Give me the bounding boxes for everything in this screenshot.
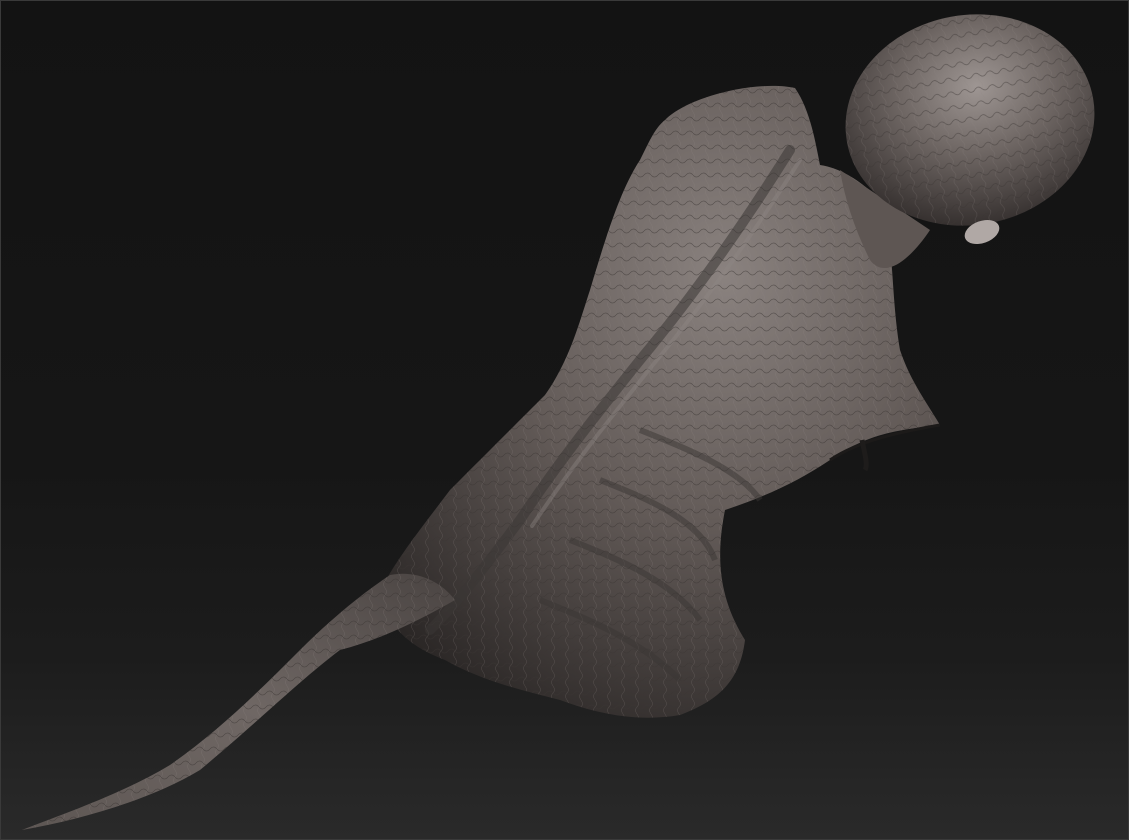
sculpt-viewport[interactable] bbox=[0, 0, 1129, 840]
sculpted-creature-model[interactable] bbox=[0, 0, 1129, 840]
